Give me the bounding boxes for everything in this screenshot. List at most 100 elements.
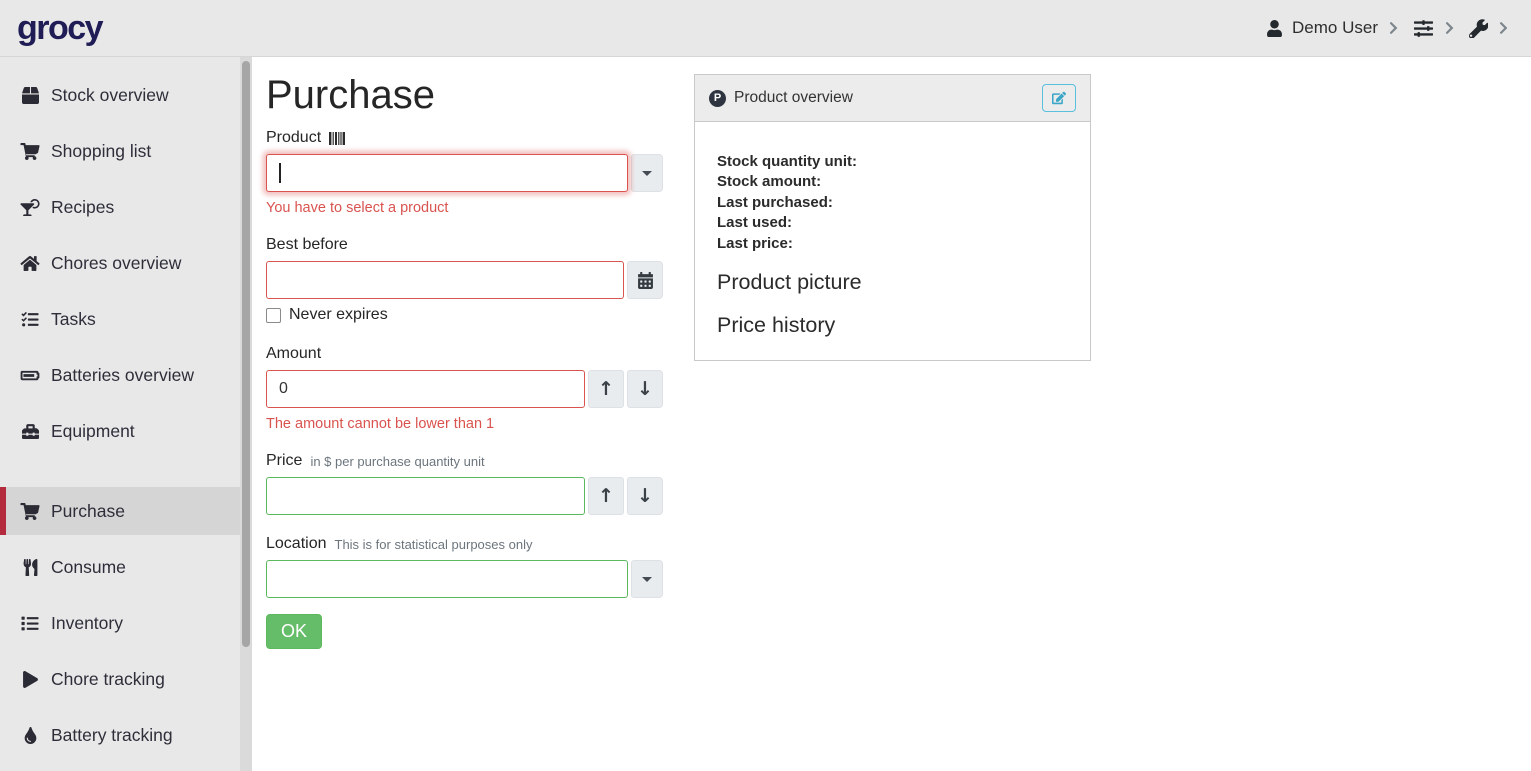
sidebar-item-shopping-list[interactable]: Shopping list [0, 127, 252, 175]
grocy-logo[interactable]: grocy [17, 9, 102, 48]
play-icon [19, 671, 41, 688]
sidebar-scrollbar-thumb[interactable] [242, 61, 250, 647]
amount-label: Amount [266, 345, 321, 363]
edit-icon [1052, 91, 1066, 105]
product-picture-heading: Product picture [717, 270, 1068, 295]
amount-error: The amount cannot be lower than 1 [266, 416, 663, 432]
price-increment-button[interactable]: ↑ [588, 477, 624, 515]
user-icon [1267, 20, 1282, 37]
best-before-group: Best before Never expires [266, 236, 663, 324]
best-before-input[interactable] [266, 261, 624, 299]
sidebar-item-label: Consume [51, 557, 126, 578]
amount-decrement-button[interactable]: ↓ [627, 370, 663, 408]
arrow-up-icon: ↑ [598, 487, 614, 506]
droplet-icon [19, 727, 41, 744]
sidebar-item-inventory[interactable]: Inventory [0, 599, 252, 647]
ok-button[interactable]: OK [266, 614, 322, 649]
list-icon [19, 615, 41, 632]
price-input[interactable] [266, 477, 585, 515]
sidebar-item-label: Purchase [51, 501, 125, 522]
utensils-icon [19, 559, 41, 576]
battery-icon [19, 368, 41, 383]
settings-menu[interactable] [1413, 19, 1455, 38]
product-input[interactable] [266, 154, 628, 192]
product-overview-card: Product overview Stock quantity unit: St… [694, 74, 1091, 361]
product-overview-icon [709, 90, 726, 107]
calendar-icon [638, 272, 653, 289]
location-dropdown-button[interactable] [631, 560, 663, 598]
price-history-heading: Price history [717, 313, 1068, 338]
sidebar-scrollbar[interactable] [240, 57, 252, 771]
chevron-right-icon [1444, 21, 1455, 35]
arrow-down-icon: ↓ [637, 487, 653, 506]
user-menu[interactable]: Demo User [1267, 18, 1399, 38]
sidebar-item-equipment[interactable]: Equipment [0, 407, 252, 455]
amount-increment-button[interactable]: ↑ [588, 370, 624, 408]
main-content: Purchase Product [252, 57, 1531, 771]
top-bar-right: Demo User [1267, 18, 1509, 38]
sidebar-item-label: Shopping list [51, 141, 151, 162]
sidebar-item-chore-tracking[interactable]: Chore tracking [0, 655, 252, 703]
calendar-button[interactable] [627, 261, 663, 299]
caret-down-icon [642, 577, 652, 582]
product-error: You have to select a product [266, 200, 663, 216]
sidebar-item-tasks[interactable]: Tasks [0, 295, 252, 343]
sidebar-item-stock-overview[interactable]: Stock overview [0, 71, 252, 119]
sidebar-item-label: Chore tracking [51, 669, 165, 690]
product-overview-body: Stock quantity unit: Stock amount: Last … [695, 122, 1090, 358]
location-hint: This is for statistical purposes only [335, 537, 533, 552]
sidebar-item-battery-tracking[interactable]: Battery tracking [0, 711, 252, 759]
sidebar-item-label: Stock overview [51, 85, 169, 106]
purchase-form: Purchase Product [266, 73, 663, 649]
shopping-cart-icon [19, 503, 41, 520]
chevron-right-icon [1388, 21, 1399, 35]
sidebar-item-consume[interactable]: Consume [0, 543, 252, 591]
sliders-icon [1413, 19, 1434, 38]
stock-quantity-unit-field: Stock quantity unit: [717, 152, 1068, 172]
location-group: Location This is for statistical purpose… [266, 535, 663, 598]
never-expires-row: Never expires [266, 306, 663, 324]
sidebar-item-purchase[interactable]: Purchase [0, 487, 252, 535]
price-hint: in $ per purchase quantity unit [310, 454, 484, 469]
arrow-down-icon: ↓ [637, 380, 653, 399]
sidebar-item-label: Batteries overview [51, 365, 194, 386]
chevron-right-icon [1498, 21, 1509, 35]
shopping-cart-icon [19, 143, 41, 160]
location-input[interactable] [266, 560, 628, 598]
home-icon [19, 255, 41, 272]
user-name: Demo User [1292, 18, 1378, 38]
cocktail-icon [19, 199, 41, 216]
top-bar: grocy Demo User [0, 0, 1531, 57]
last-used-field: Last used: [717, 213, 1068, 233]
price-label: Price [266, 452, 302, 470]
product-overview-header: Product overview [695, 75, 1090, 122]
product-dropdown-button[interactable] [631, 154, 663, 192]
edit-product-button[interactable] [1042, 84, 1076, 112]
never-expires-checkbox[interactable] [266, 308, 281, 323]
sidebar-item-chores-overview[interactable]: Chores overview [0, 239, 252, 287]
sidebar-item-label: Battery tracking [51, 725, 173, 746]
last-price-field: Last price: [717, 234, 1068, 254]
location-label: Location [266, 535, 327, 553]
caret-down-icon [642, 171, 652, 176]
grocy-app: grocy Demo User [0, 0, 1531, 771]
sidebar-item-label: Chores overview [51, 253, 181, 274]
sidebar-item-batteries-overview[interactable]: Batteries overview [0, 351, 252, 399]
sidebar-item-label: Equipment [51, 421, 135, 442]
price-decrement-button[interactable]: ↓ [627, 477, 663, 515]
sidebar-item-recipes[interactable]: Recipes [0, 183, 252, 231]
tasks-icon [19, 311, 41, 328]
sidebar-item-label: Tasks [51, 309, 96, 330]
toolbox-icon [19, 423, 41, 440]
last-purchased-field: Last purchased: [717, 193, 1068, 213]
best-before-label: Best before [266, 236, 348, 254]
amount-input[interactable] [266, 370, 585, 408]
admin-menu[interactable] [1469, 19, 1509, 38]
wrench-icon [1469, 19, 1488, 38]
product-group: Product You have to select a product [266, 129, 663, 216]
stock-amount-field: Stock amount: [717, 172, 1068, 192]
product-label: Product [266, 129, 321, 147]
barcode-icon [329, 132, 345, 145]
box-icon [19, 87, 41, 104]
never-expires-label: Never expires [289, 306, 388, 324]
